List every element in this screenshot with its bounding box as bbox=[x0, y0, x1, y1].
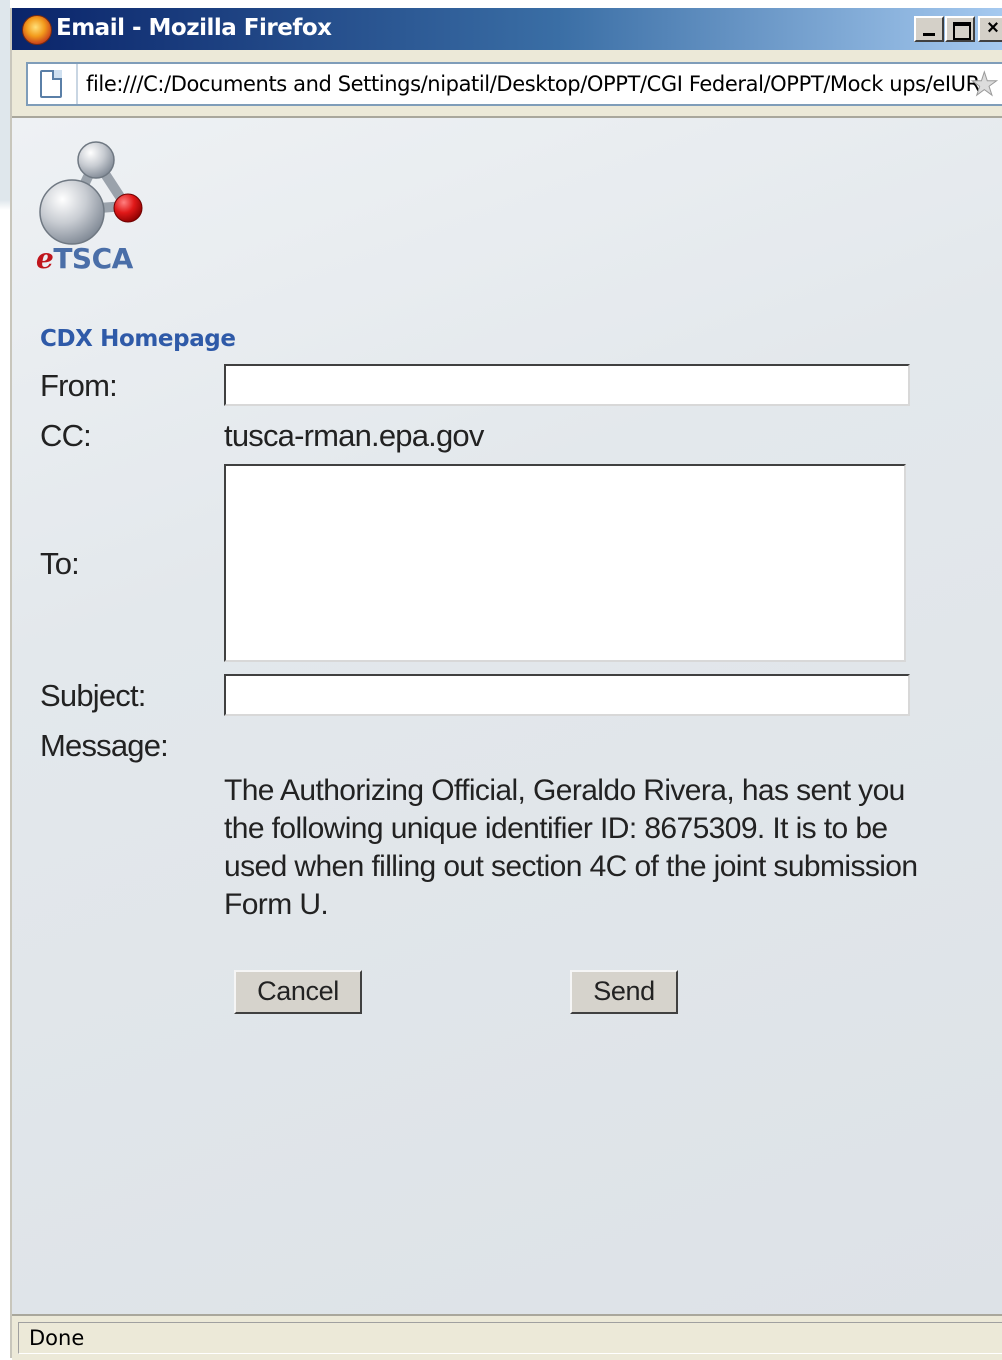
status-panel: Done bbox=[18, 1322, 1002, 1354]
subject-input[interactable] bbox=[224, 674, 910, 716]
page-icon bbox=[40, 70, 62, 98]
window-title: Email - Mozilla Firefox bbox=[56, 15, 332, 41]
to-label: To: bbox=[40, 546, 80, 581]
status-bar: Done bbox=[12, 1314, 1002, 1360]
molecule-icon bbox=[39, 141, 143, 245]
from-input[interactable] bbox=[224, 364, 910, 406]
firefox-icon bbox=[22, 15, 52, 45]
address-separator bbox=[76, 64, 78, 104]
close-icon: × bbox=[987, 17, 999, 39]
desktop-background bbox=[0, 0, 10, 1358]
status-text: Done bbox=[29, 1326, 85, 1350]
bookmark-star-icon[interactable]: ★ bbox=[970, 68, 1000, 101]
close-button[interactable]: × bbox=[978, 16, 1002, 42]
page-content: eTSCA CDX Homepage From: CC: tusca-rman.… bbox=[12, 118, 1002, 1314]
cc-value: tusca-rman.epa.gov bbox=[224, 418, 484, 453]
subject-label: Subject: bbox=[40, 678, 146, 713]
cc-label: CC: bbox=[40, 418, 92, 453]
title-bar[interactable]: Email - Mozilla Firefox × bbox=[12, 8, 1002, 50]
message-label: Message: bbox=[40, 728, 169, 763]
minimize-button[interactable] bbox=[914, 16, 944, 42]
etsca-logo: eTSCA bbox=[34, 138, 154, 278]
send-button[interactable]: Send bbox=[570, 970, 678, 1014]
message-body: The Authorizing Official, Geraldo Rivera… bbox=[224, 774, 918, 921]
to-textarea[interactable] bbox=[224, 464, 906, 662]
logo-name: TSCA bbox=[53, 242, 133, 275]
url-field[interactable]: file:///C:/Documents and Settings/nipati… bbox=[26, 62, 1002, 106]
cancel-button[interactable]: Cancel bbox=[234, 970, 362, 1014]
logo-wordmark: eTSCA bbox=[36, 242, 133, 275]
address-bar: file:///C:/Documents and Settings/nipati… bbox=[12, 50, 1002, 118]
browser-window: Email - Mozilla Firefox × file:///C:/Doc… bbox=[10, 8, 1002, 1360]
maximize-button[interactable] bbox=[945, 16, 975, 42]
url-text[interactable]: file:///C:/Documents and Settings/nipati… bbox=[86, 72, 980, 96]
from-label: From: bbox=[40, 368, 118, 403]
logo-prefix: e bbox=[36, 242, 54, 275]
cdx-homepage-link[interactable]: CDX Homepage bbox=[40, 326, 236, 352]
